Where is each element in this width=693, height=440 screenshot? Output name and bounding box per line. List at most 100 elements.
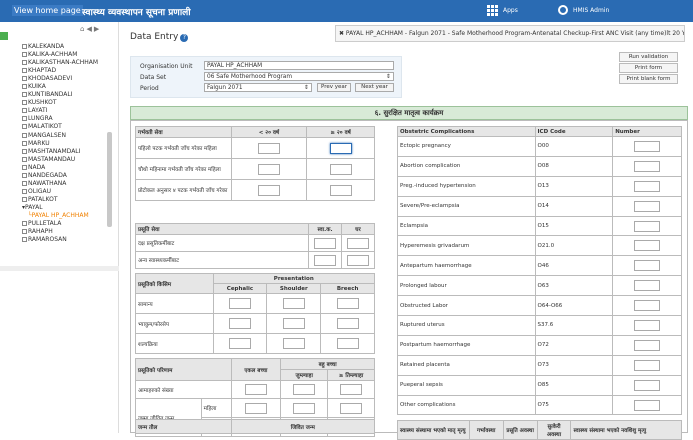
tree-item[interactable]: LUNGRA: [22, 115, 98, 123]
tree-item[interactable]: KALIKA-ACHHAM: [22, 51, 98, 59]
tree-item[interactable]: RAMAROSAN: [22, 236, 98, 244]
expand-plus-icon[interactable]: [22, 68, 27, 74]
tree-item[interactable]: MARKU: [22, 140, 98, 148]
anc-input[interactable]: [257, 142, 280, 154]
tree-item[interactable]: MASTAMANDAU: [22, 156, 98, 164]
tree-forward-icon[interactable]: ▶: [94, 25, 101, 33]
home-logo[interactable]: View home page: [12, 5, 83, 16]
presentation-input[interactable]: [228, 338, 251, 349]
tree-item[interactable]: NANDEGADA: [22, 172, 98, 180]
obstetric-number-input[interactable]: [634, 339, 661, 351]
presentation-input[interactable]: [228, 318, 251, 329]
expand-plus-icon[interactable]: [22, 237, 27, 243]
tree-item[interactable]: KUSHKOT: [22, 99, 98, 107]
tree-item[interactable]: MASHTANAMDALI: [22, 148, 98, 156]
outcome-input[interactable]: [293, 402, 316, 414]
presentation-input[interactable]: [282, 318, 305, 329]
obstetric-number-input[interactable]: [634, 240, 661, 252]
expand-plus-icon[interactable]: [22, 124, 27, 130]
expand-plus-icon[interactable]: [22, 180, 27, 186]
tree-horizontal-scrollbar[interactable]: [0, 266, 119, 271]
presentation-input[interactable]: [282, 298, 305, 309]
help-icon[interactable]: ?: [180, 34, 189, 42]
dataset-select[interactable]: 06 Safe Motherhood Program ⇕: [204, 72, 394, 81]
print-blank-form-button[interactable]: Print blank form: [619, 74, 678, 84]
anc-input[interactable]: [329, 184, 352, 196]
anc-input[interactable]: [329, 163, 352, 175]
obstetric-number-input[interactable]: [634, 180, 661, 192]
expand-plus-icon[interactable]: [22, 229, 27, 235]
anc-input[interactable]: [257, 163, 280, 175]
prev-year-button[interactable]: Prev year: [317, 83, 351, 92]
expand-plus-icon[interactable]: [22, 196, 27, 202]
expand-plus-icon[interactable]: [22, 132, 27, 138]
presentation-input[interactable]: [336, 318, 359, 329]
expand-plus-icon[interactable]: [22, 108, 27, 114]
expand-plus-icon[interactable]: [22, 60, 27, 66]
tree-item[interactable]: PULLETALA: [22, 220, 98, 228]
expand-plus-icon[interactable]: [22, 172, 27, 178]
presentation-input[interactable]: [336, 298, 359, 309]
obstetric-number-input[interactable]: [634, 300, 661, 312]
next-year-button[interactable]: Next year: [355, 83, 394, 92]
expand-plus-icon[interactable]: [22, 44, 27, 49]
tree-item[interactable]: ▾PAYAL: [22, 204, 98, 212]
expand-plus-icon[interactable]: [22, 221, 27, 227]
expand-plus-icon[interactable]: [22, 84, 27, 90]
expand-plus-icon[interactable]: [22, 164, 27, 170]
expand-plus-icon[interactable]: [22, 116, 27, 122]
tree-item[interactable]: KUNTIBANDALI: [22, 91, 98, 99]
obstetric-number-input[interactable]: [634, 220, 661, 232]
presentation-input[interactable]: [336, 338, 359, 349]
presentation-input[interactable]: [282, 338, 305, 349]
expand-plus-icon[interactable]: [22, 156, 27, 162]
apps-button[interactable]: Apps: [487, 5, 518, 16]
anc-input[interactable]: [257, 184, 280, 196]
delivery-input[interactable]: [347, 254, 370, 266]
tree-item[interactable]: KALIKASTHAN-ACHHAM: [22, 59, 98, 67]
tree-item[interactable]: MALATIKOT: [22, 123, 98, 131]
obstetric-number-input[interactable]: [634, 280, 661, 292]
obstetric-number-input[interactable]: [634, 319, 661, 331]
org-unit-field[interactable]: PAYAL HP_ACHHAM: [204, 61, 394, 70]
outcome-input[interactable]: [340, 384, 363, 395]
obstetric-number-input[interactable]: [634, 379, 661, 391]
tree-item[interactable]: KUIKA: [22, 83, 98, 91]
presentation-input[interactable]: [228, 298, 251, 309]
obstetric-number-input[interactable]: [634, 359, 661, 371]
tree-item[interactable]: LAYATI: [22, 107, 98, 115]
obstetric-number-input[interactable]: [634, 140, 661, 152]
obstetric-number-input[interactable]: [634, 399, 661, 411]
run-validation-button[interactable]: Run validation: [619, 52, 678, 62]
expand-plus-icon[interactable]: [22, 188, 27, 194]
tree-item[interactable]: └PAYAL HP_ACHHAM: [22, 212, 98, 220]
tree-item[interactable]: OLIGAU: [22, 188, 98, 196]
delivery-input[interactable]: [314, 254, 337, 266]
expand-plus-icon[interactable]: [22, 52, 27, 58]
obstetric-number-input[interactable]: [634, 200, 661, 212]
obstetric-number-input[interactable]: [634, 260, 661, 272]
tree-item[interactable]: KALEKANDA: [22, 43, 98, 51]
user-menu[interactable]: HMIS Admin: [558, 5, 609, 15]
expand-plus-icon[interactable]: [22, 76, 27, 82]
tree-scrollbar[interactable]: [107, 132, 112, 227]
anc-input-active[interactable]: [329, 142, 352, 154]
tree-item[interactable]: MANGALSEN: [22, 132, 98, 140]
tree-back-icon[interactable]: ◀: [86, 25, 93, 33]
expand-plus-icon[interactable]: [22, 92, 27, 98]
print-form-button[interactable]: Print form: [619, 63, 678, 73]
outcome-input[interactable]: [244, 402, 267, 414]
dataset-info-bar[interactable]: ✖ PAYAL HP_ACHHAM - Falgun 2071 - Safe M…: [335, 25, 685, 42]
expand-plus-icon[interactable]: [22, 148, 27, 154]
expand-plus-icon[interactable]: [22, 140, 27, 146]
obstetric-number-input[interactable]: [634, 160, 661, 172]
tree-item[interactable]: NADA: [22, 164, 98, 172]
tree-item[interactable]: KHODASADEVI: [22, 75, 98, 83]
outcome-input[interactable]: [244, 384, 267, 395]
tree-item[interactable]: PATALKOT: [22, 196, 98, 204]
tree-item[interactable]: RAHAPH: [22, 228, 98, 236]
delivery-input[interactable]: [314, 237, 337, 249]
tree-item[interactable]: KHAPTAD: [22, 67, 98, 75]
period-select[interactable]: Falgun 2071 ⇕: [204, 83, 312, 92]
outcome-input[interactable]: [293, 384, 316, 395]
